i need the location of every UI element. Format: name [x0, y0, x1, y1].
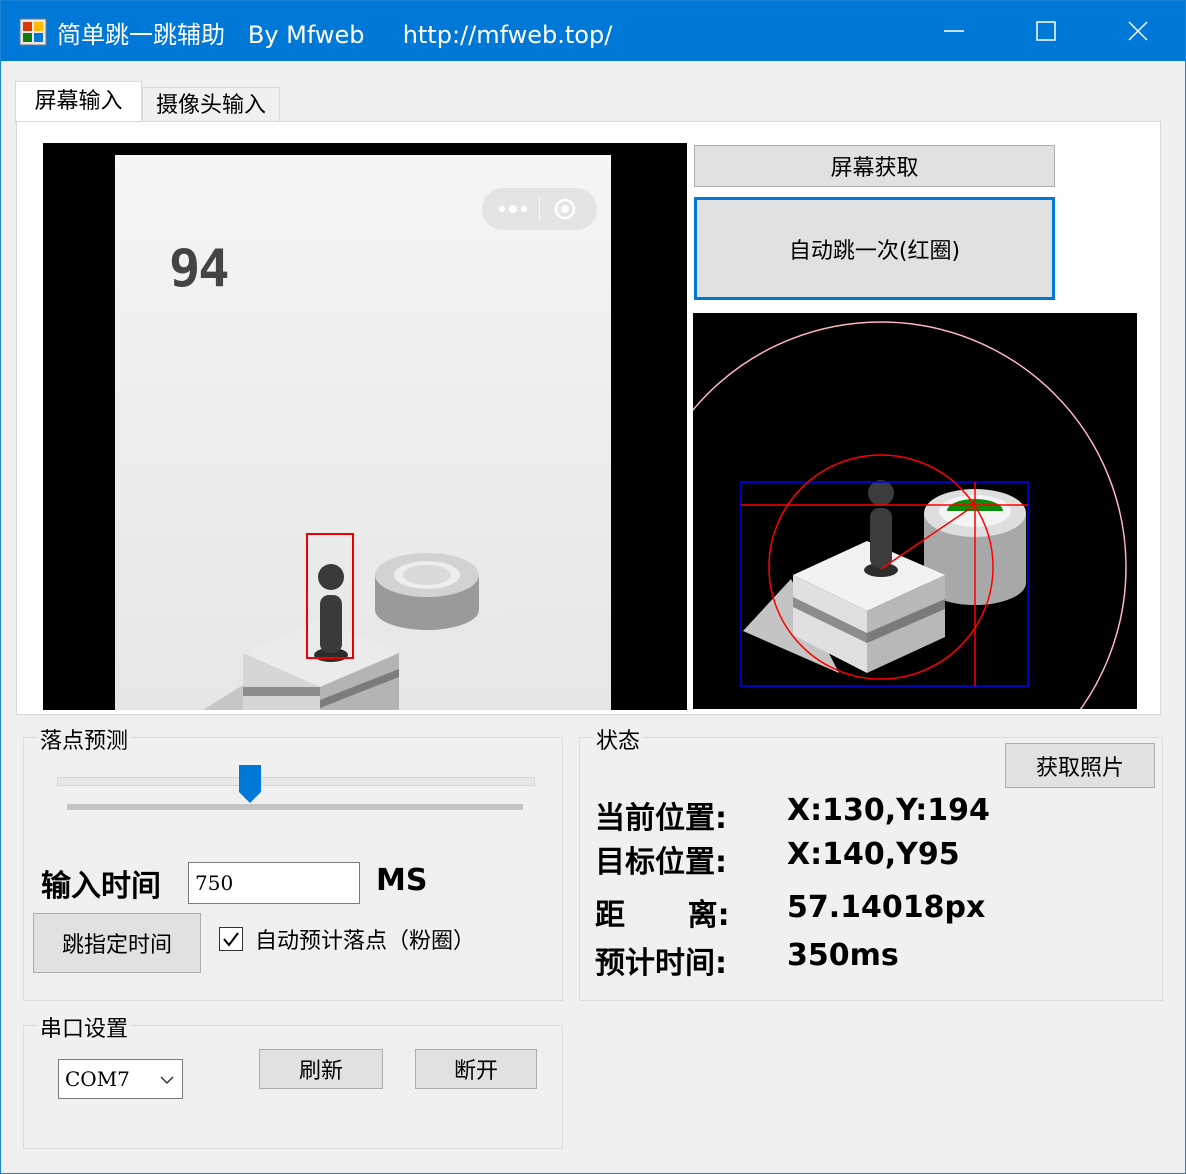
- serial-group-label: 串口设置: [38, 1011, 131, 1043]
- com-port-select[interactable]: COM7: [58, 1059, 183, 1099]
- get-photo-button[interactable]: 获取照片: [1005, 743, 1155, 788]
- current-position-label: 当前位置:: [595, 801, 727, 836]
- slider-tick-bar: [67, 804, 523, 810]
- tab-camera-input[interactable]: 摄像头输入: [142, 87, 280, 122]
- minimize-icon: [944, 30, 964, 32]
- target-position-value: X:140,Y95: [787, 837, 960, 872]
- current-position-value: X:130,Y:194: [787, 793, 990, 828]
- chevron-down-icon: [160, 1076, 174, 1085]
- com-port-value: COM7: [65, 1067, 130, 1091]
- estimated-time-value: 350ms: [787, 938, 899, 973]
- distance-label: 距 离:: [595, 898, 730, 933]
- landing-prediction-label: 落点预测: [38, 723, 131, 755]
- minimize-button[interactable]: [908, 1, 1000, 61]
- screen-preview: 94: [43, 143, 687, 710]
- status-group-label: 状态: [594, 723, 643, 755]
- jump-specified-time-button[interactable]: 跳指定时间: [33, 913, 201, 973]
- refresh-button[interactable]: 刷新: [259, 1049, 383, 1089]
- maximize-icon: [1036, 21, 1056, 41]
- tab-screen-input[interactable]: 屏幕输入: [15, 81, 142, 123]
- auto-jump-once-button[interactable]: 自动跳一次(红圈): [694, 197, 1055, 300]
- disconnect-button[interactable]: 断开: [415, 1049, 537, 1089]
- ms-unit-label: MS: [376, 863, 428, 898]
- analysis-scene: [693, 321, 1127, 709]
- analysis-preview: [693, 313, 1137, 709]
- game-scene: [203, 553, 479, 710]
- main-window: 简单跳一跳辅助 By Mfweb http://mfweb.top/ 屏幕输入 …: [0, 0, 1186, 1174]
- detected-piece-box: [306, 533, 354, 659]
- capture-screen-button[interactable]: 屏幕获取: [694, 145, 1055, 187]
- auto-predict-label[interactable]: 自动预计落点（粉圈）: [255, 923, 475, 955]
- distance-value: 57.14018px: [787, 890, 986, 925]
- window-title: 简单跳一跳辅助 By Mfweb http://mfweb.top/: [57, 21, 613, 49]
- maximize-button[interactable]: [1000, 1, 1092, 61]
- close-button[interactable]: [1092, 1, 1184, 61]
- title-bar[interactable]: 简单跳一跳辅助 By Mfweb http://mfweb.top/: [1, 1, 1185, 61]
- slider-track[interactable]: [57, 777, 535, 786]
- game-screen: 94: [115, 155, 611, 710]
- close-icon: [1128, 21, 1148, 41]
- auto-predict-checkbox[interactable]: [219, 927, 243, 951]
- slider-thumb[interactable]: [237, 764, 263, 804]
- input-time-label: 输入时间: [41, 869, 161, 904]
- app-icon: [19, 18, 47, 46]
- estimated-time-label: 预计时间:: [595, 946, 727, 981]
- input-time-field[interactable]: [188, 862, 360, 904]
- target-position-label: 目标位置:: [595, 845, 727, 880]
- checkmark-icon: [223, 932, 239, 947]
